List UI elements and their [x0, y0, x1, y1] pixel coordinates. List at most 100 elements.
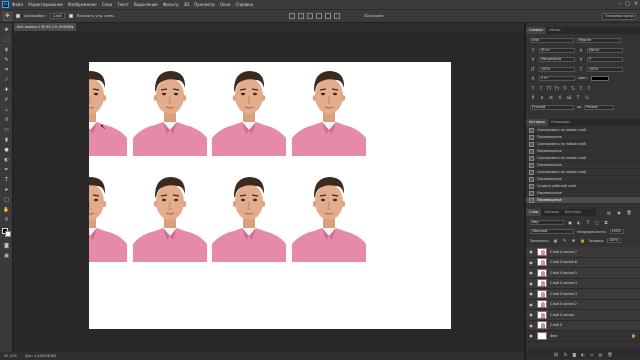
- lock-position-icon[interactable]: ✥: [571, 238, 577, 243]
- swash-icon[interactable]: st: [548, 95, 554, 100]
- history-item[interactable]: Скопировать на новый слой: [526, 169, 640, 176]
- path-select-tool-icon[interactable]: ➤: [3, 187, 10, 194]
- filter-smart-icon[interactable]: ⧉: [603, 220, 609, 225]
- adjustment-layer-icon[interactable]: ◐: [581, 352, 585, 357]
- menu-file[interactable]: Файл: [12, 2, 23, 7]
- strikethrough-icon[interactable]: T: [586, 86, 592, 91]
- move-tool-preset-icon[interactable]: ✥: [3, 11, 12, 21]
- menu-type[interactable]: Текст: [117, 2, 129, 7]
- trash-icon[interactable]: 🗑: [626, 210, 632, 215]
- menu-window[interactable]: Окно: [220, 2, 231, 7]
- zoom-level[interactable]: 62,15%: [4, 354, 17, 358]
- marquee-tool-icon[interactable]: ⬚: [3, 37, 10, 44]
- background-color-swatch[interactable]: [5, 231, 11, 237]
- history-item[interactable]: Перемещение: [526, 190, 640, 197]
- menu-view[interactable]: Просмотр: [194, 2, 215, 7]
- visibility-eye-icon[interactable]: ◉: [528, 281, 534, 286]
- history-item[interactable]: Перемещение: [526, 134, 640, 141]
- visibility-eye-icon[interactable]: ◉: [528, 270, 534, 275]
- faux-bold-icon[interactable]: T: [530, 86, 536, 91]
- layer-row[interactable]: ◉ Слой 0 копия 3: [526, 289, 640, 300]
- layer-mask-icon[interactable]: ◙: [572, 352, 576, 357]
- eyedropper-tool-icon[interactable]: ⁄: [3, 77, 10, 84]
- leading-field[interactable]: (Авто): [587, 47, 623, 53]
- menu-filter[interactable]: Фильтр: [163, 2, 179, 7]
- layer-row[interactable]: ◉ Слой 0 копия 4: [526, 278, 640, 289]
- clone-stamp-tool-icon[interactable]: ⊥: [3, 107, 10, 114]
- new-document-from-state-icon[interactable]: ▤: [606, 210, 612, 215]
- visibility-eye-icon[interactable]: ◉: [528, 260, 534, 265]
- lock-all-icon[interactable]: 🔒: [580, 238, 586, 243]
- healing-brush-tool-icon[interactable]: ✚: [3, 87, 10, 94]
- workspace-dropdown[interactable]: Основная среда: [602, 13, 636, 20]
- new-group-icon[interactable]: ▭: [590, 352, 594, 357]
- tab-paths[interactable]: Контуры: [562, 209, 584, 216]
- underline-icon[interactable]: T: [578, 86, 584, 91]
- tab-actions[interactable]: Операции: [548, 119, 573, 126]
- crop-tool-icon[interactable]: ⌗: [3, 67, 10, 74]
- move-tool-icon[interactable]: ✥: [3, 27, 10, 34]
- link-layers-icon[interactable]: ⛓: [554, 352, 559, 357]
- eraser-tool-icon[interactable]: ▭: [3, 127, 10, 134]
- layer-row[interactable]: ◉ Слой 0 копия 5: [526, 268, 640, 279]
- blur-tool-icon[interactable]: ●: [3, 147, 10, 154]
- opacity-field[interactable]: 100%: [609, 229, 624, 234]
- lock-transparent-icon[interactable]: ▦: [553, 238, 559, 243]
- filter-type-icon[interactable]: T: [585, 220, 591, 225]
- history-brush-tool-icon[interactable]: ↺: [3, 117, 10, 124]
- faux-italic-icon[interactable]: T: [538, 86, 544, 91]
- menu-layers[interactable]: Слои: [102, 2, 112, 7]
- fraction-icon[interactable]: ½: [584, 95, 590, 100]
- screen-mode-icon[interactable]: ▣: [3, 253, 10, 260]
- layer-row[interactable]: ◉ Слой 0 копия: [526, 310, 640, 321]
- new-layer-icon[interactable]: ▤: [599, 352, 603, 357]
- layer-row[interactable]: ◉ Слой 0 копия 6: [526, 257, 640, 268]
- snapshot-icon[interactable]: ◉: [616, 210, 622, 215]
- history-item[interactable]: Скопировать на новый слой: [526, 155, 640, 162]
- document-canvas[interactable]: [89, 62, 451, 329]
- layer-row[interactable]: ◉ Слой 0 копия 2: [526, 299, 640, 310]
- font-family-field[interactable]: Arial: [530, 37, 574, 43]
- type-tool-icon[interactable]: T: [3, 177, 10, 184]
- baseline-shift-field[interactable]: 0 пт: [539, 75, 575, 81]
- menu-select[interactable]: Выделение: [134, 2, 158, 7]
- align-right-icon[interactable]: [333, 13, 340, 19]
- all-caps-icon[interactable]: TT: [546, 86, 552, 91]
- font-style-field[interactable]: Regular: [577, 37, 621, 43]
- brush-tool-icon[interactable]: ✐: [3, 97, 10, 104]
- history-item[interactable]: Перемещение: [526, 148, 640, 155]
- tracking-field[interactable]: 0: [587, 56, 623, 62]
- pen-tool-icon[interactable]: ✒: [3, 167, 10, 174]
- layer-kind-dropdown[interactable]: Вид: [530, 220, 564, 225]
- gradient-tool-icon[interactable]: ▮: [3, 137, 10, 144]
- dodge-tool-icon[interactable]: ◐: [3, 157, 10, 164]
- tab-history[interactable]: История: [526, 119, 548, 126]
- layer-row[interactable]: ◉ Слой 0 копия 7: [526, 247, 640, 258]
- auto-select-checkbox[interactable]: [16, 14, 20, 18]
- filter-shape-icon[interactable]: ▢: [594, 220, 600, 225]
- layer-row[interactable]: ◉ Слой 0: [526, 320, 640, 331]
- visibility-eye-icon[interactable]: ◉: [528, 312, 534, 317]
- rectangle-tool-icon[interactable]: □: [3, 197, 10, 204]
- blend-mode-dropdown[interactable]: Обычные: [530, 229, 574, 234]
- align-vcenter-icon[interactable]: [297, 13, 304, 19]
- ligature-icon[interactable]: ﬁ: [530, 95, 536, 100]
- auto-select-dropdown[interactable]: Слой: [49, 13, 65, 19]
- menu-image[interactable]: Изображение: [68, 2, 97, 7]
- antialias-dropdown[interactable]: Резкое: [584, 104, 615, 110]
- close-tab-icon[interactable]: ×: [71, 23, 74, 31]
- titling-icon[interactable]: aā: [566, 95, 572, 100]
- filter-adjustment-icon[interactable]: ◐: [576, 220, 582, 225]
- small-caps-icon[interactable]: Tт: [554, 86, 560, 91]
- canvas-area[interactable]: ↖: [14, 31, 524, 352]
- lasso-tool-icon[interactable]: ϕ: [3, 47, 10, 54]
- layer-style-icon[interactable]: fx: [564, 352, 568, 357]
- history-item[interactable]: Перемещение: [526, 162, 640, 169]
- language-dropdown[interactable]: Русский: [530, 104, 574, 110]
- delete-layer-icon[interactable]: 🗑: [607, 352, 612, 357]
- visibility-eye-icon[interactable]: ◉: [528, 291, 534, 296]
- history-item[interactable]: Скопировать на новый слой: [526, 141, 640, 148]
- tab-channels[interactable]: Каналы: [541, 209, 561, 216]
- visibility-eye-icon[interactable]: ◉: [528, 249, 534, 254]
- vertical-scale-field[interactable]: 100%: [539, 66, 575, 72]
